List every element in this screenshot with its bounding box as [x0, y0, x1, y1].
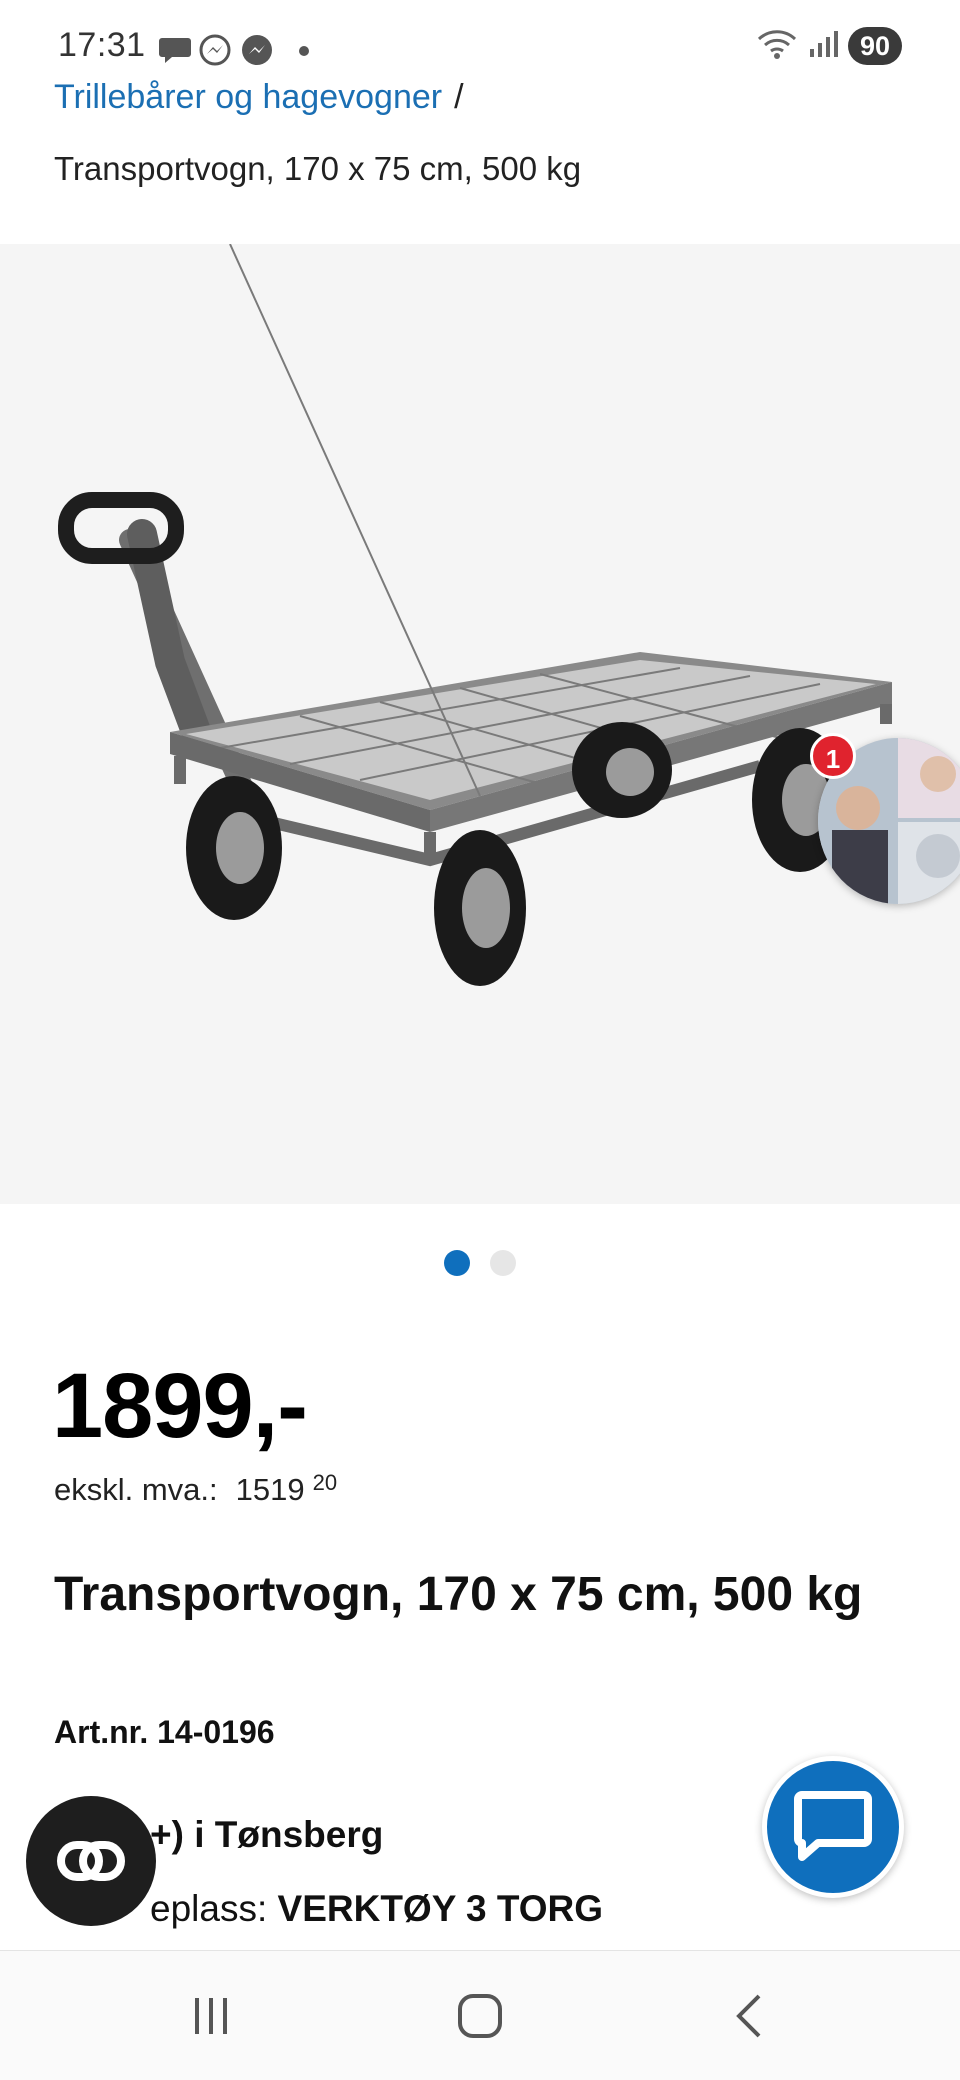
recents-button[interactable] [186, 1989, 236, 2043]
ex-vat-label: ekskl. mva.: [54, 1472, 218, 1507]
chat-bubble-icon [158, 34, 192, 66]
shelf-label: eplass: [150, 1888, 268, 1929]
status-time: 17:31 [58, 26, 146, 64]
chat-bubble-icon [794, 1791, 872, 1861]
chat-head-badge: 1 [810, 733, 856, 779]
system-nav-bar [0, 1950, 960, 2080]
messenger-icon [198, 34, 232, 66]
carousel-dot-1[interactable] [444, 1250, 470, 1276]
battery-indicator: 90 [847, 27, 902, 65]
transport-cart-image [58, 244, 892, 986]
link-icon [57, 1841, 125, 1881]
accessibility-button[interactable] [26, 1796, 156, 1926]
shelf-value: VERKTØY 3 TORG [277, 1888, 604, 1929]
carousel-dot-2[interactable] [490, 1250, 516, 1276]
chat-button[interactable] [762, 1756, 904, 1898]
home-button[interactable] [452, 1989, 508, 2043]
wifi-icon [756, 27, 798, 66]
ex-vat-cents: 20 [312, 1470, 338, 1495]
recents-icon [195, 1998, 227, 2034]
breadcrumb-link-category[interactable]: Trillebårer og hagevogner [54, 78, 442, 117]
breadcrumb-current: Transportvogn, 170 x 75 cm, 500 kg [54, 150, 582, 187]
carousel-dots [0, 1250, 960, 1276]
home-icon [458, 1994, 502, 2038]
ex-vat-amount: 1519 [235, 1472, 305, 1507]
back-icon [736, 1994, 761, 2038]
shelf-location: eplass: VERKTØY 3 TORG [150, 1888, 603, 1930]
price-ex-vat: ekskl. mva.: 1519 20 [54, 1470, 338, 1508]
breadcrumb-separator: / [454, 78, 464, 116]
product-price: 1899,- [52, 1355, 308, 1457]
signal-icon [808, 29, 838, 64]
status-bar: 17:31 90 [0, 0, 960, 90]
store-stock: +) i Tønsberg [150, 1814, 384, 1855]
back-button[interactable] [726, 1989, 770, 2043]
breadcrumb: Trillebårer og hagevogner / [54, 78, 464, 117]
product-title: Transportvogn, 170 x 75 cm, 500 kg [54, 1568, 863, 1621]
article-number: Art.nr. 14-0196 [54, 1714, 275, 1750]
product-gallery[interactable] [0, 244, 960, 1204]
messenger-icon [240, 34, 274, 66]
dot-icon [298, 44, 310, 76]
status-right: 90 [756, 26, 902, 66]
